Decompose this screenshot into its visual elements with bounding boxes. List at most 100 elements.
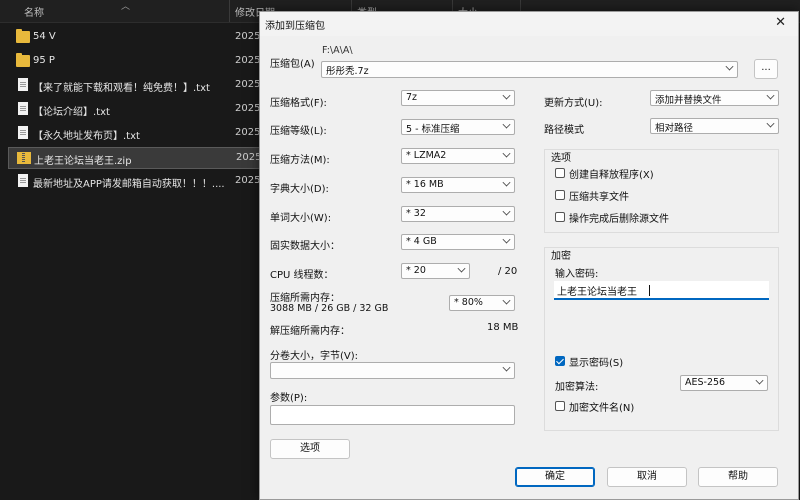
folder-icon — [16, 29, 30, 43]
archive-filename: 彤彤秃.7z — [326, 66, 369, 77]
text-file-icon — [18, 102, 28, 115]
file-row[interactable]: 【来了就能下载和观看！纯免费！】.txt 2025 — [8, 75, 260, 97]
memory-value: * 80% — [454, 297, 483, 308]
file-name: 最新地址及APP请发邮箱自动获取！！！.... — [33, 179, 225, 190]
password-value: 上老王论坛当老王 — [557, 287, 637, 298]
encryption-group-title: 加密 — [551, 251, 571, 262]
options-group-title: 选项 — [551, 153, 571, 164]
solid-label: 固实数据大小： — [270, 241, 340, 252]
file-row-selected[interactable]: 上老王论坛当老王.zip 2025 — [8, 147, 261, 169]
file-row[interactable]: 【论坛介绍】.txt 2025 — [8, 99, 260, 121]
encrypt-names-checkbox[interactable] — [555, 401, 565, 411]
chevron-down-icon — [502, 363, 511, 372]
decompress-memory-value: 18 MB — [487, 322, 519, 333]
decompress-memory-label: 解压缩所需内存： — [270, 326, 350, 337]
pathmode-select[interactable]: 相对路径 — [650, 118, 779, 134]
column-name[interactable]: 名称 — [24, 4, 44, 19]
text-file-icon — [18, 78, 28, 91]
chevron-down-icon — [755, 376, 764, 385]
text-caret — [649, 285, 650, 296]
browse-button[interactable]: ... — [754, 59, 778, 79]
file-date: 2025 — [235, 31, 261, 42]
encryption-method-label: 加密算法: — [555, 382, 599, 393]
zip-file-icon — [17, 152, 31, 164]
chevron-down-icon — [502, 149, 511, 158]
threads-select[interactable]: * 20 — [401, 263, 470, 279]
file-name: 上老王论坛当老王.zip — [34, 156, 132, 167]
password-label: 输入密码: — [555, 269, 599, 280]
archive-path: F:\A\A\ — [322, 45, 353, 56]
file-name: 95 P — [33, 55, 55, 66]
params-input[interactable] — [270, 405, 515, 425]
file-date: 2025 — [235, 79, 261, 90]
file-date: 2025 — [235, 175, 261, 186]
file-name: 54 V — [33, 31, 56, 42]
delete-after-label: 操作完成后删除源文件 — [569, 214, 669, 225]
format-label: 压缩格式(F): — [270, 98, 327, 109]
dialog-title: 添加到压缩包 — [265, 21, 325, 32]
chevron-down-icon — [766, 91, 775, 100]
solid-select[interactable]: * 4 GB — [401, 234, 515, 250]
encryption-method-value: AES-256 — [685, 377, 726, 388]
file-row[interactable]: 【永久地址发布页】.txt 2025 — [8, 123, 260, 145]
file-name: 【来了就能下载和观看！纯免费！】.txt — [33, 83, 210, 94]
file-name: 【永久地址发布页】.txt — [33, 131, 140, 142]
level-label: 压缩等级(L): — [270, 126, 327, 137]
method-label: 压缩方法(M): — [270, 155, 330, 166]
file-row[interactable]: 54 V 2025 — [8, 27, 260, 49]
method-select[interactable]: * LZMA2 — [401, 148, 515, 164]
volume-label: 分卷大小，字节(V): — [270, 351, 359, 362]
update-select[interactable]: 添加并替换文件 — [650, 90, 779, 106]
word-select[interactable]: * 32 — [401, 206, 515, 222]
options-group: 选项 创建自释放程序(X) 压缩共享文件 操作完成后删除源文件 — [544, 149, 779, 233]
cancel-button[interactable]: 取消 — [607, 467, 687, 487]
word-label: 单词大小(W): — [270, 213, 332, 224]
password-input[interactable]: 上老王论坛当老王 — [554, 281, 769, 300]
threads-label: CPU 线程数： — [270, 270, 334, 281]
close-icon[interactable]: ✕ — [775, 15, 786, 30]
pathmode-label: 路径模式 — [544, 125, 584, 136]
archive-name-combo[interactable]: 彤彤秃.7z — [321, 61, 738, 78]
chevron-down-icon — [502, 235, 511, 244]
show-password-label: 显示密码(S) — [569, 358, 624, 369]
chevron-down-icon — [502, 120, 511, 129]
create-sfx-checkbox[interactable] — [555, 168, 565, 178]
chevron-down-icon — [502, 207, 511, 216]
format-value: 7z — [406, 92, 418, 103]
pathmode-value: 相对路径 — [655, 123, 694, 134]
memory-detail: 3088 MB / 26 GB / 32 GB — [270, 303, 389, 314]
update-label: 更新方式(U): — [544, 98, 603, 109]
solid-value: * 4 GB — [406, 236, 437, 247]
format-select[interactable]: 7z — [401, 90, 515, 106]
create-sfx-label: 创建自释放程序(X) — [569, 170, 654, 181]
word-value: * 32 — [406, 208, 426, 219]
file-row[interactable]: 95 P 2025 — [8, 51, 260, 73]
chevron-down-icon — [766, 119, 775, 128]
threads-max: / 20 — [498, 266, 518, 277]
shared-files-checkbox[interactable] — [555, 190, 565, 200]
volume-combo[interactable] — [270, 362, 515, 379]
dict-select[interactable]: * 16 MB — [401, 177, 515, 193]
text-file-icon — [18, 174, 28, 187]
chevron-down-icon — [725, 62, 734, 71]
delete-after-checkbox[interactable] — [555, 212, 565, 222]
help-button[interactable]: 帮助 — [698, 467, 778, 487]
chevron-down-icon — [457, 264, 466, 273]
file-date: 2025 — [235, 103, 261, 114]
file-date: 2025 — [235, 127, 261, 138]
archive-label: 压缩包(A) — [270, 59, 315, 70]
memory-select[interactable]: * 80% — [449, 295, 515, 311]
options-button[interactable]: 选项 — [270, 439, 350, 459]
column-divider — [229, 0, 230, 22]
ok-button[interactable]: 确定 — [515, 467, 595, 487]
memory-label: 压缩所需内存： — [270, 293, 340, 304]
threads-value: * 20 — [406, 265, 426, 276]
text-file-icon — [18, 126, 28, 139]
level-select[interactable]: 5 - 标准压缩 — [401, 119, 515, 135]
encryption-method-select[interactable]: AES-256 — [680, 375, 768, 391]
show-password-checkbox[interactable] — [555, 356, 565, 366]
add-to-archive-dialog: 添加到压缩包 ✕ 压缩包(A) F:\A\A\ 彤彤秃.7z ... 压缩格式(… — [259, 11, 799, 500]
file-row[interactable]: 最新地址及APP请发邮箱自动获取！！！.... 2025 — [8, 171, 260, 193]
chevron-down-icon — [502, 91, 511, 100]
shared-files-label: 压缩共享文件 — [569, 192, 629, 203]
